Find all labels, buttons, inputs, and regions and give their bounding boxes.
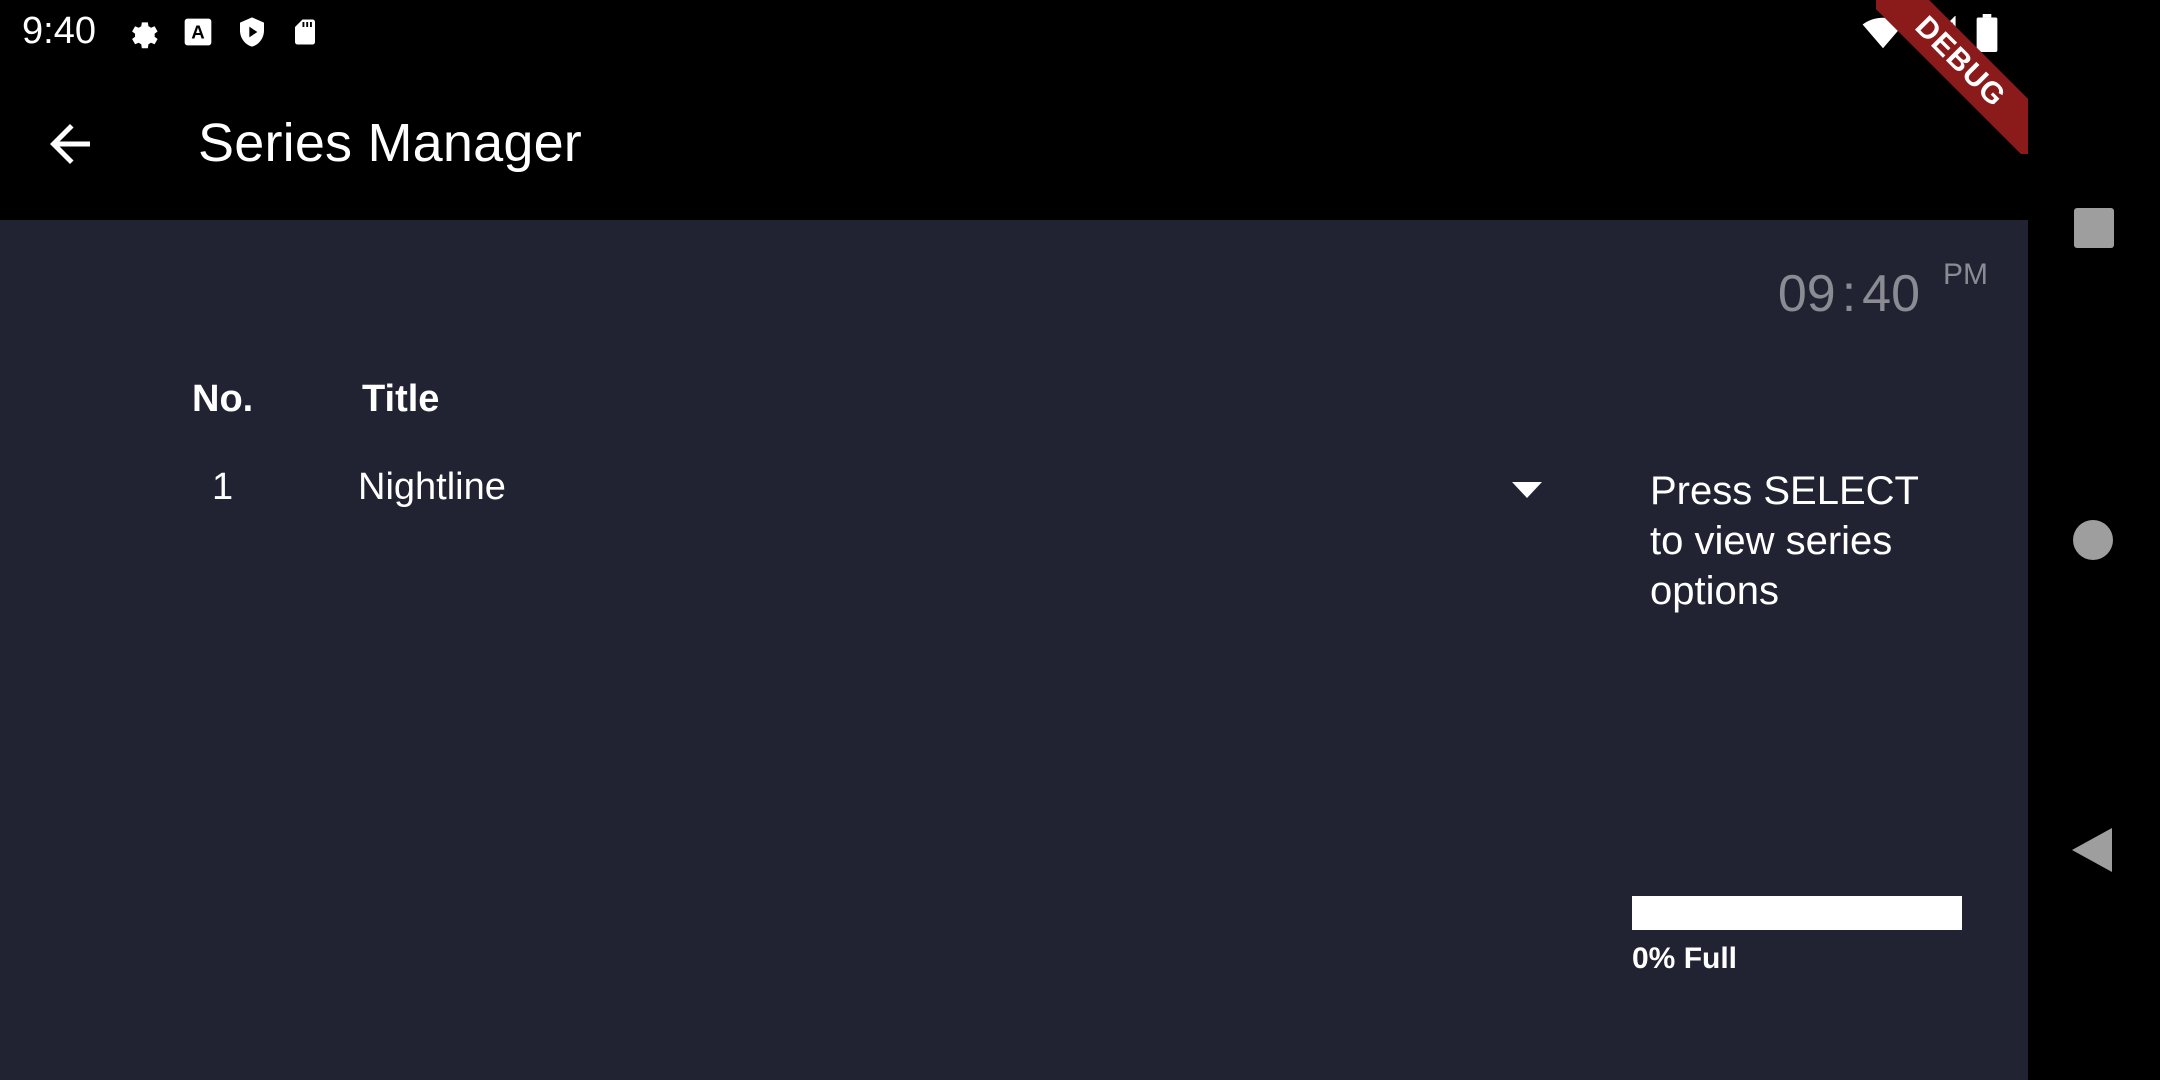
status-icons: A: [124, 14, 320, 50]
home-button[interactable]: [2028, 480, 2160, 600]
home-icon: [2073, 520, 2113, 560]
settings-icon: [132, 22, 158, 49]
column-header-title: Title: [362, 378, 440, 420]
svg-text:A: A: [191, 22, 204, 43]
status-bar: 9:40 A: [0, 0, 2028, 66]
font-icon: A: [184, 18, 212, 46]
app-bar: Series Manager: [0, 66, 2028, 220]
system-back-button[interactable]: [2028, 790, 2160, 910]
back-icon: [2072, 828, 2112, 872]
storage-progress-bar: [1632, 896, 1962, 930]
back-button[interactable]: [40, 114, 110, 174]
page-title: Series Manager: [198, 113, 582, 173]
storage-label: 0% Full: [1632, 942, 1738, 975]
select-hint-text: Press SELECT to view series options: [1650, 469, 1919, 613]
arrow-back-icon: [50, 124, 90, 164]
series-row[interactable]: 1 Nightline: [180, 456, 1580, 536]
wifi-icon: [1862, 17, 1904, 49]
series-row-title: Nightline: [358, 466, 506, 508]
clock-ampm: PM: [1943, 258, 1988, 291]
clock-colon: :: [1841, 265, 1857, 323]
recents-icon: [2074, 208, 2114, 248]
clock: 09:40: [1778, 264, 1920, 324]
series-row-number: 1: [212, 466, 234, 508]
clock-hours: 09: [1777, 265, 1836, 323]
status-right-icons: [1862, 14, 1998, 52]
system-nav-bar: [2028, 0, 2160, 1080]
dropdown-caret-icon[interactable]: [1512, 482, 1542, 498]
recents-button[interactable]: [2028, 168, 2160, 288]
play-shield-icon: [240, 17, 264, 47]
sd-card-icon: [295, 19, 315, 45]
clock-minutes: 40: [1862, 265, 1920, 323]
signal-icon: [1922, 16, 1956, 49]
column-header-no: No.: [192, 378, 254, 420]
main-content: 09:40 PM No. Title 1 Nightline Press SEL…: [0, 220, 2028, 1080]
battery-icon: [1976, 14, 1998, 52]
status-time: 9:40: [22, 10, 96, 52]
